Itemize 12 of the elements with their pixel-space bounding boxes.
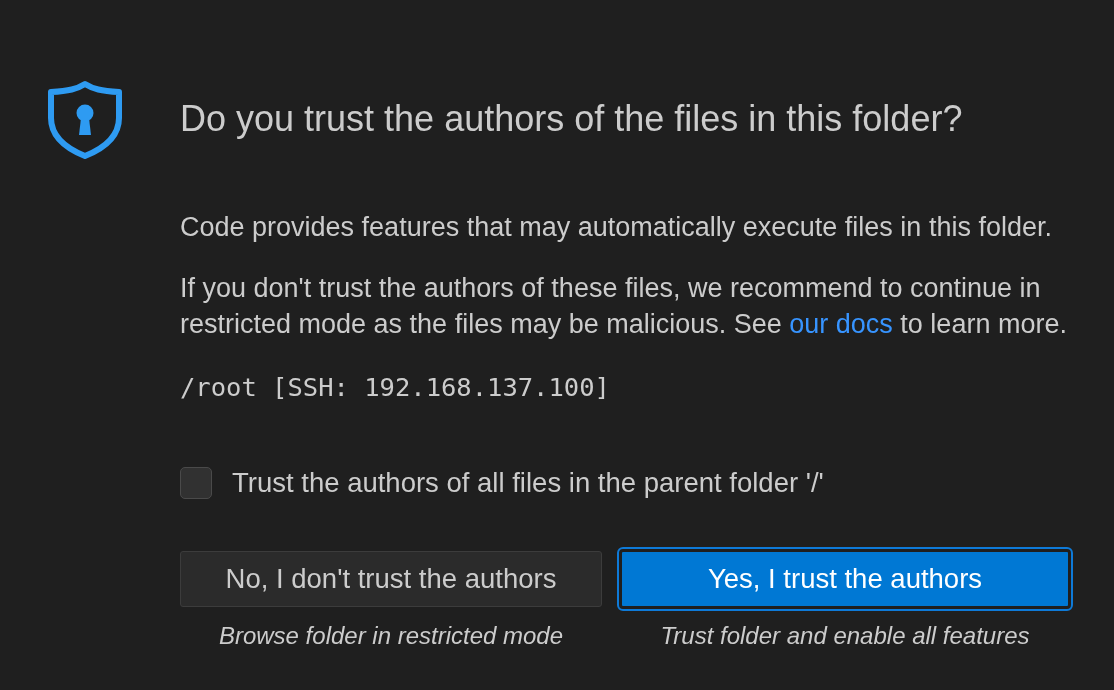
button-caption: Trust folder and enable all features <box>659 622 1031 650</box>
dialog-title: Do you trust the authors of the files in this folder? <box>180 101 964 137</box>
checkbox-label[interactable]: Trust the authors of all files in the parent folder '/' <box>232 467 824 499</box>
description-text: Code provides features that may automatically execute files in this folder. <box>180 211 1053 244</box>
trust-button[interactable]: Yes, I trust the authors <box>617 547 1073 611</box>
warning-text: If you don't trust the authors of these files, we recommend to continue in restricted mode as the files may be malicious. See our docs to learn more. <box>180 272 1068 341</box>
shield-lock-icon <box>45 80 125 160</box>
checkbox[interactable] <box>180 467 212 499</box>
dont-trust-button[interactable]: No, I don't trust the authors <box>180 551 602 607</box>
docs-link[interactable]: our docs <box>789 309 893 339</box>
folder-path: /root [SSH: 192.168.137.100] <box>180 371 611 403</box>
button-caption: Browse folder in restricted mode <box>217 622 565 650</box>
